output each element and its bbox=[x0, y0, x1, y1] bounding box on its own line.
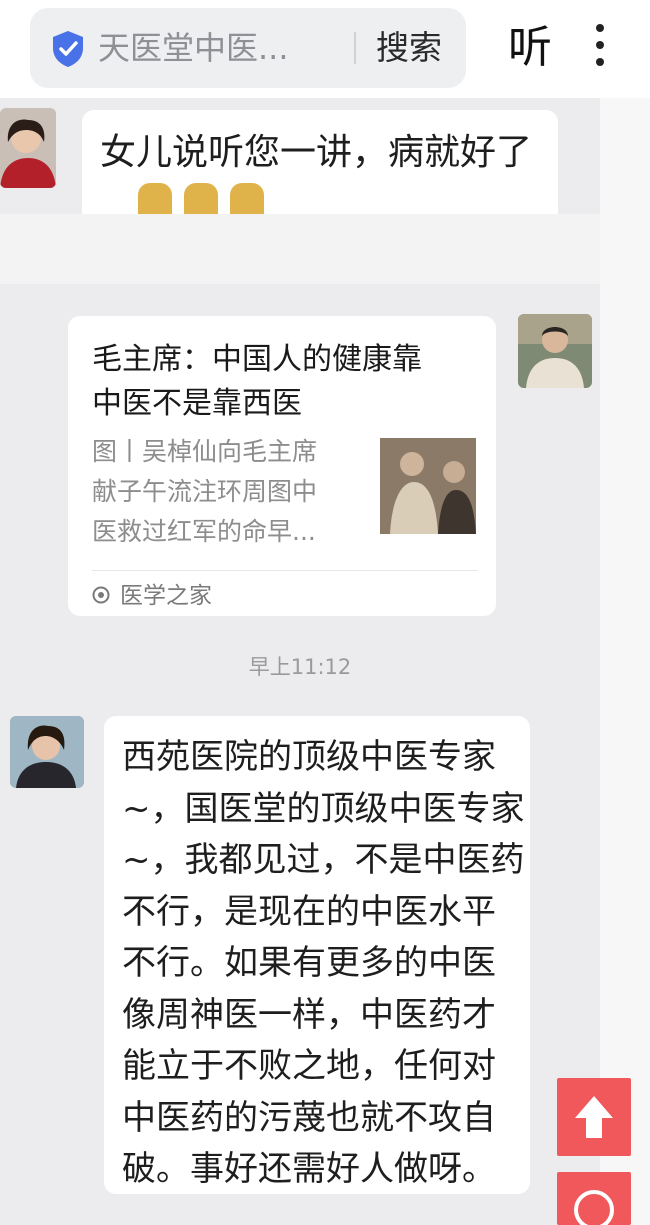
thumbs-up-icon bbox=[184, 183, 218, 215]
avatar[interactable] bbox=[10, 716, 84, 788]
search-button[interactable]: 搜索 bbox=[376, 26, 442, 70]
scroll-down-button[interactable] bbox=[557, 1172, 631, 1225]
link-card-divider bbox=[92, 570, 478, 571]
top-bar: 天医堂中医... 搜索 听 bbox=[0, 0, 650, 98]
shield-check-icon bbox=[53, 31, 83, 67]
link-card-title: 毛主席：中国人的健康靠 中医不是靠西医 bbox=[92, 342, 422, 421]
site-title: 天医堂中医... bbox=[98, 29, 289, 67]
scroll-top-button[interactable] bbox=[557, 1078, 631, 1156]
thumbs-up-icon bbox=[230, 183, 264, 215]
search-divider bbox=[354, 32, 356, 64]
scroll-down-icon bbox=[574, 1190, 614, 1225]
listen-button[interactable]: 听 bbox=[508, 18, 552, 78]
link-card-description: 图丨吴棹仙向毛主席 献子午流注环周图中 医救过红军的命早... bbox=[92, 437, 318, 546]
avatar[interactable] bbox=[0, 108, 56, 188]
page-edge bbox=[600, 98, 650, 1225]
source-icon bbox=[92, 586, 110, 604]
arrow-up-icon bbox=[575, 1096, 613, 1138]
message-timestamp: 早上11:12 bbox=[248, 655, 352, 679]
more-vertical-icon[interactable] bbox=[590, 24, 610, 74]
avatar[interactable] bbox=[518, 314, 592, 388]
link-card-thumbnail bbox=[380, 438, 476, 534]
message-text: 女儿说听您一讲，病就好了 bbox=[100, 132, 533, 173]
thumbs-up-icons bbox=[138, 183, 298, 215]
thumbs-up-icon bbox=[138, 183, 172, 215]
message-gap bbox=[0, 214, 600, 284]
message-text: 西苑医院的顶级中医专家 ~，国医堂的顶级中医专家 ~，我都见过，不是中医药 不行… bbox=[122, 737, 525, 1189]
search-box[interactable]: 天医堂中医... 搜索 bbox=[30, 8, 466, 88]
link-card-source: 医学之家 bbox=[120, 583, 212, 609]
